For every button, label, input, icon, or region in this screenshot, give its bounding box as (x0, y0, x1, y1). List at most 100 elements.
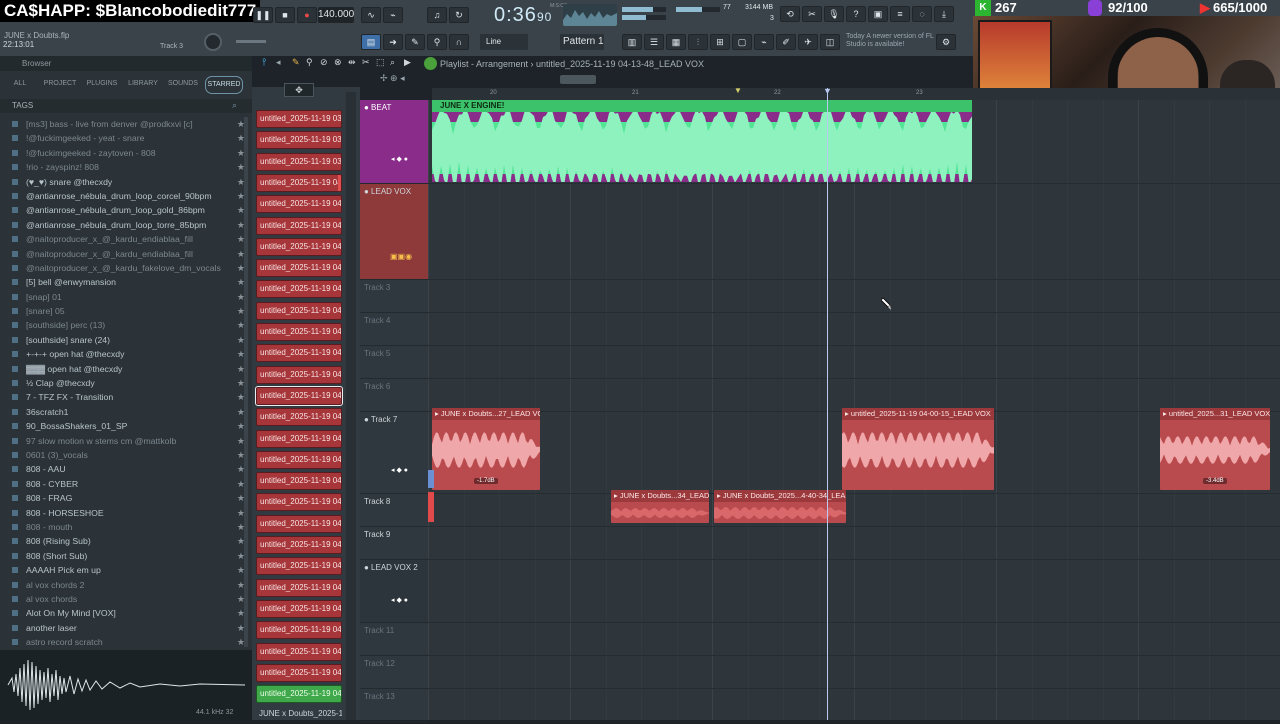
tempo-display[interactable]: 140.000 (318, 7, 354, 23)
plug-icon[interactable]: ⌁ (754, 34, 774, 50)
settings-gear-icon[interactable]: ⚙ (936, 34, 956, 50)
pin-icon[interactable]: ⫯ (262, 57, 266, 68)
channel-rack-icon[interactable]: ☰ (644, 34, 664, 50)
picker-clip[interactable]: untitled_2025-11-19 04-... (256, 323, 342, 341)
browser-item[interactable]: +-+-+ open hat @thecxdy ★ (0, 347, 252, 361)
metronome-icon[interactable]: ∿ (361, 7, 381, 23)
tab-plugins[interactable]: PLUGINS (82, 76, 122, 92)
brush-icon[interactable]: ✐ (776, 34, 796, 50)
picker-clip[interactable]: untitled_2025-11-19 04-... (256, 280, 342, 299)
mic-icon[interactable]: 🎙 (824, 6, 844, 22)
browser-item[interactable]: @naitoproducer_x_@_kardu_endiablaa_fill ★ (0, 232, 252, 246)
pause-icon[interactable]: ❚❚ (253, 7, 273, 23)
picker-clip[interactable]: untitled_2025-11-19 04-... (256, 514, 342, 533)
magnet-icon[interactable]: ∩ (449, 34, 469, 50)
picker-clip[interactable]: untitled_2025-11-19 04-... (256, 237, 342, 256)
browser-item[interactable]: al vox chords ★ (0, 592, 252, 606)
select-tool-icon[interactable]: ⬚ (376, 57, 385, 68)
picker-scrollbar[interactable] (346, 92, 356, 720)
browser-item[interactable]: 808 - HORSESHOE ★ (0, 506, 252, 520)
audio-clip[interactable]: ▸ JUNE x Doubts...34_LEAD VOX (611, 490, 709, 523)
browser-item[interactable]: AAAAH Pick em up ★ (0, 563, 252, 577)
track-row[interactable] (428, 560, 1280, 623)
browser-item[interactable]: 97 slow motion w stems cm @mattkolb ★ (0, 434, 252, 448)
draw-tool-icon[interactable]: ✎ (405, 34, 425, 50)
tab-starred[interactable]: STARRED (205, 76, 243, 94)
loop-marker-icon[interactable]: ▼ (734, 86, 742, 95)
picker-clip[interactable]: untitled_2025-11-19 04-... (256, 344, 342, 363)
track-row[interactable] (428, 623, 1280, 656)
screenshot-icon[interactable]: ◫ (820, 34, 840, 50)
track-header[interactable]: Track 9 (360, 527, 428, 560)
arrow-tool-icon[interactable]: ➜ (383, 34, 403, 50)
picker-clip[interactable]: untitled_2025-11-19 04-... (256, 663, 342, 682)
picker-clip[interactable]: untitled_2025-11-19 04-... (256, 429, 342, 448)
delete-tool-icon[interactable]: ⊘ (320, 57, 328, 68)
picker-clip[interactable]: untitled_2025-11-19 04-... (256, 557, 342, 576)
picker-clip[interactable]: untitled_2025-11-19 04-... (256, 173, 342, 192)
browser-item[interactable]: another laser ★ (0, 621, 252, 635)
chat-icon[interactable]: ◌ (912, 6, 932, 22)
piano-roll-icon[interactable]: ▥ (622, 34, 642, 50)
browser-item[interactable]: [snare] 05 ★ (0, 304, 252, 318)
browser-item[interactable]: ½ Clap @thecxdy ★ (0, 376, 252, 390)
track7-controls[interactable]: ◂ ◆ ● (391, 466, 408, 474)
share-icon[interactable]: ✈ (798, 34, 818, 50)
undo-icon[interactable]: ⟲ (780, 6, 800, 22)
step-sequencer-icon[interactable]: ▦ (666, 34, 686, 50)
browser-item[interactable]: 808 (Short Sub) ★ (0, 549, 252, 563)
link-icon[interactable]: ⚲ (427, 34, 447, 50)
browser-item[interactable]: !@fuckimgeeked - zaytoven - 808 ★ (0, 146, 252, 160)
picker-drag-icon[interactable]: ✥ (284, 83, 314, 97)
slip-tool-icon[interactable]: ⇹ (348, 57, 356, 68)
track-row[interactable] (428, 494, 1280, 527)
browser-item[interactable]: [snap] 01 ★ (0, 290, 252, 304)
picker-clip[interactable]: untitled_2025-11-19 04-... (256, 578, 342, 597)
track-header[interactable]: Track 8 (360, 494, 428, 527)
tab-project[interactable]: PROJECT (40, 76, 80, 92)
help-icon[interactable]: ? (846, 6, 866, 22)
browser-item[interactable]: 808 (Rising Sub) ★ (0, 534, 252, 548)
mute-tool-icon[interactable]: ⊗ (334, 57, 342, 68)
playhead[interactable] (827, 88, 828, 720)
browser-item[interactable]: astro record scratch ★ (0, 635, 252, 649)
browser-item[interactable]: [southside] snare (24) ★ (0, 333, 252, 347)
browser-item[interactable]: @naitoproducer_x_@_kardu_fakelove_dm_voc… (0, 261, 252, 275)
browser-item[interactable]: 808 - CYBER ★ (0, 477, 252, 491)
track-row[interactable] (428, 527, 1280, 560)
stop-icon[interactable]: ■ (275, 7, 295, 23)
browser-item[interactable]: 808 - mouth ★ (0, 520, 252, 534)
file-icon[interactable]: ▢ (732, 34, 752, 50)
track-header[interactable]: Track 13 (360, 689, 428, 722)
track-header[interactable]: Track 12 (360, 656, 428, 689)
browser-item[interactable]: (♥_♥) snare @thecxdy ★ (0, 175, 252, 189)
step-edit-icon[interactable]: ♫ (427, 7, 447, 23)
audio-clip[interactable]: ▸ untitled_2025-11-19 04-00-15_LEAD VOX (842, 408, 994, 490)
picker-clip[interactable]: untitled_2025-11-19 04-... (256, 472, 342, 491)
track-row[interactable] (428, 280, 1280, 313)
download-icon[interactable]: ⤓ (934, 6, 954, 22)
track-header[interactable]: Track 3 (360, 280, 428, 313)
track-row[interactable] (428, 656, 1280, 689)
wait-input-icon[interactable]: ⌁ (383, 7, 403, 23)
picker-clip[interactable]: JUNE x Doubts_2025-11-... (256, 706, 342, 724)
track-row[interactable] (428, 346, 1280, 379)
track-row[interactable] (428, 313, 1280, 346)
pencil-tool-icon[interactable]: ✎ (292, 57, 300, 68)
picker-clip[interactable]: untitled_2025-11-19 03-... (256, 131, 342, 150)
loop-record-icon[interactable]: ↻ (449, 7, 469, 23)
lead-vox-fx-icons[interactable]: ▣▣◉ (390, 252, 424, 262)
pattern-select[interactable]: Pattern 1 (560, 34, 604, 50)
beat-clip[interactable]: JUNE X ENGINE! (432, 100, 972, 182)
browser-item[interactable]: @antianrose_nébula_drum_loop_torre_85bpm… (0, 218, 252, 232)
browser-item[interactable]: !@fuckimgeeked - yeat - snare ★ (0, 131, 252, 145)
mixer-icon[interactable]: ≡ (890, 6, 910, 22)
track-header[interactable]: ● BEAT (360, 100, 428, 184)
track-row[interactable] (428, 689, 1280, 720)
track-header[interactable]: ● Track 7 (360, 412, 428, 494)
picker-clip[interactable]: untitled_2025-11-19 04-... (256, 408, 342, 427)
slice-tool-icon[interactable]: ✂ (362, 57, 370, 68)
picker-clip[interactable]: untitled_2025-11-19 03-... (256, 110, 342, 128)
master-pitch-slider[interactable] (236, 40, 266, 43)
browser-item[interactable]: 90_BossaShakers_01_SP ★ (0, 419, 252, 433)
